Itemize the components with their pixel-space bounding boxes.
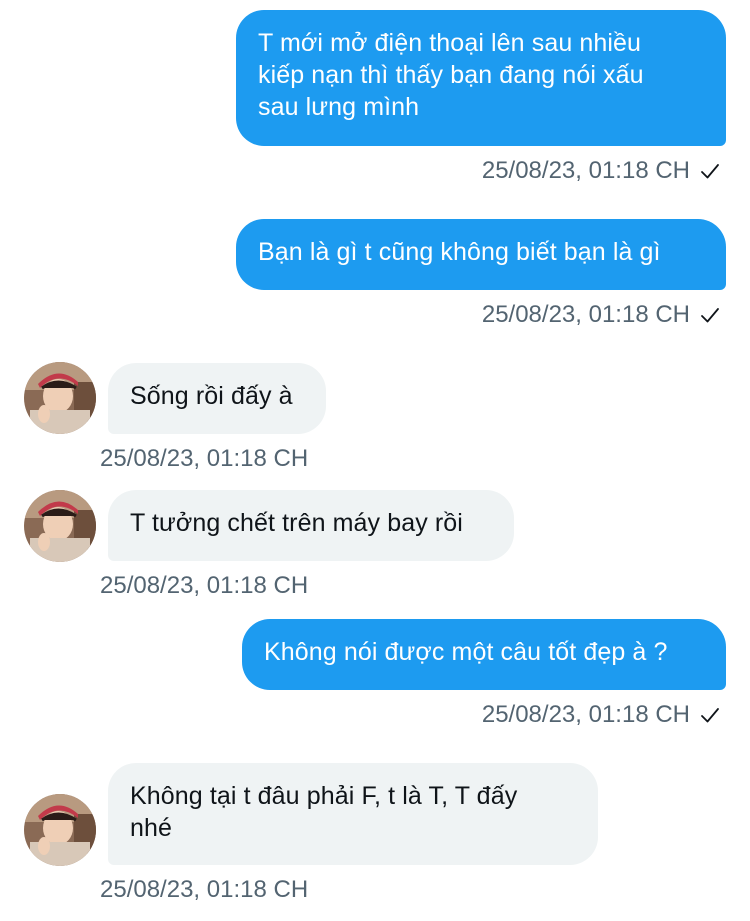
message-timestamp: 25/08/23, 01:18 CH bbox=[482, 300, 720, 330]
message-bubble-incoming[interactable]: T tưởng chết trên máy bay rồi bbox=[108, 490, 514, 561]
timestamp-text: 25/08/23, 01:18 CH bbox=[100, 572, 309, 599]
message-bubble-incoming[interactable]: Sống rồi đấy à bbox=[108, 363, 326, 434]
checkmark-icon bbox=[701, 708, 719, 723]
checkmark-icon bbox=[701, 308, 719, 323]
user-photo-avatar bbox=[24, 794, 96, 866]
avatar[interactable] bbox=[24, 490, 96, 562]
timestamp-text: 25/08/23, 01:18 CH bbox=[100, 445, 309, 472]
timestamp-text: 25/08/23, 01:18 CH bbox=[100, 876, 309, 903]
message-timestamp: 25/08/23, 01:18 CH bbox=[100, 875, 308, 905]
message-bubble-incoming[interactable]: Không tại t đâu phải F, t là T, T đấy nh… bbox=[108, 763, 598, 865]
message-timestamp: 25/08/23, 01:18 CH bbox=[100, 571, 308, 601]
user-photo-avatar bbox=[24, 490, 96, 562]
message-timestamp: 25/08/23, 01:18 CH bbox=[482, 700, 720, 730]
message-timestamp: 25/08/23, 01:18 CH bbox=[100, 444, 308, 474]
message-bubble-outgoing[interactable]: T mới mở điện thoại lên sau nhiều kiếp n… bbox=[236, 10, 726, 146]
message-bubble-outgoing[interactable]: Không nói được một câu tốt đẹp à ? bbox=[242, 619, 726, 690]
timestamp-text: 25/08/23, 01:18 CH bbox=[481, 301, 690, 328]
message-bubble-outgoing[interactable]: Bạn là gì t cũng không biết bạn là gì bbox=[236, 219, 726, 290]
message-timestamp: 25/08/23, 01:18 CH bbox=[482, 156, 720, 186]
user-photo-avatar bbox=[24, 362, 96, 434]
avatar[interactable] bbox=[24, 794, 96, 866]
timestamp-text: 25/08/23, 01:18 CH bbox=[481, 157, 690, 184]
timestamp-text: 25/08/23, 01:18 CH bbox=[481, 701, 690, 728]
checkmark-icon bbox=[701, 164, 719, 179]
avatar[interactable] bbox=[24, 362, 96, 434]
